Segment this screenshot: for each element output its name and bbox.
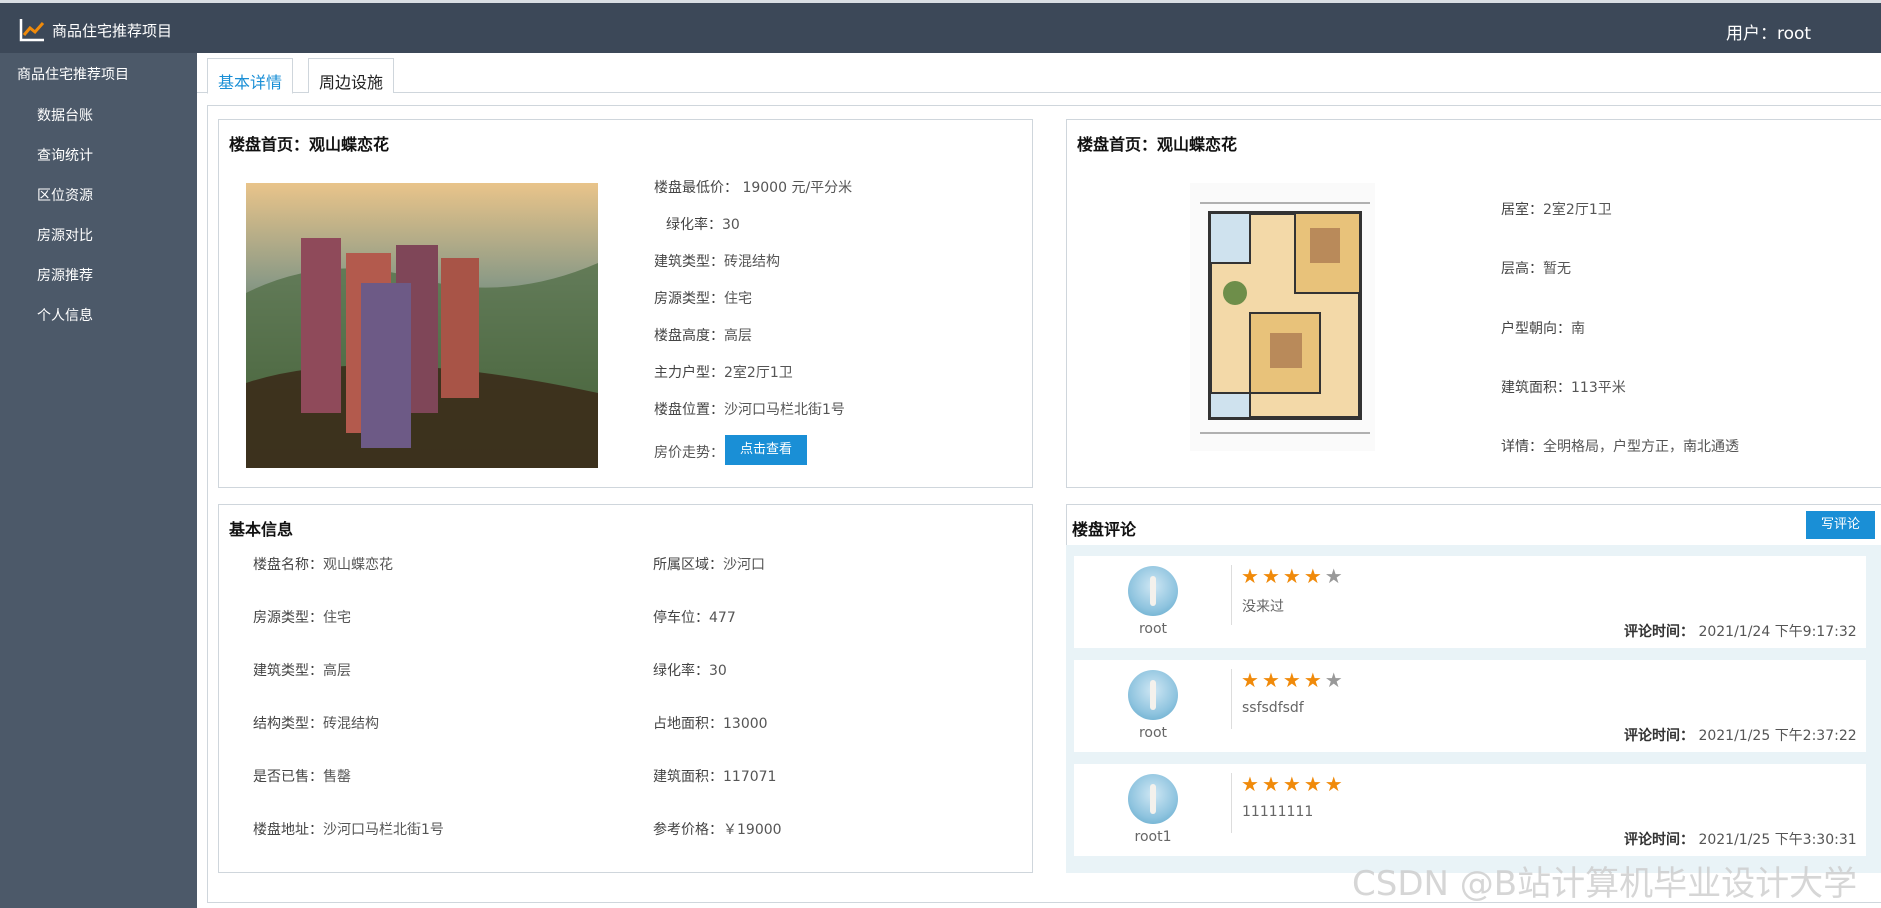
comment-text: ssfsdfsdf — [1242, 700, 1304, 716]
current-user[interactable]: 用户：root — [1726, 19, 1811, 44]
info-building-type: 建筑类型：高层 — [253, 663, 351, 679]
price-trend-label: 房价走势： — [654, 445, 724, 461]
info-building-area: 建筑面积：117071 — [653, 769, 777, 785]
comment-username: root — [1138, 725, 1168, 741]
floorplan-field-orientation: 户型朝向：南 — [1501, 321, 1585, 337]
star-empty-icon: ★ — [1324, 564, 1346, 588]
star-filled-icon: ★ — [1241, 772, 1262, 796]
info-greening: 绿化率：30 — [653, 663, 727, 679]
sidebar: 商品住宅推荐项目 数据台账 查询统计 区位资源 房源对比 房源推荐 个人信息 — [0, 53, 197, 908]
info-name: 楼盘名称：观山蝶恋花 — [253, 557, 393, 573]
overview-field-location: 楼盘位置：沙河口马栏北街1号 — [654, 402, 845, 418]
info-parking: 停车位：477 — [653, 610, 736, 626]
top-bar: 商品住宅推荐项目 用户：root — [0, 0, 1881, 53]
sidebar-item-profile[interactable]: 个人信息 — [37, 305, 93, 325]
overview-field-min-price: 楼盘最低价： 19000 元/平分米 — [654, 180, 853, 196]
floorplan-field-details: 详情：全明格局，户型方正，南北通透 — [1501, 439, 1739, 455]
info-district: 所属区域：沙河口 — [653, 557, 765, 573]
sidebar-item-data-ledger[interactable]: 数据台账 — [37, 105, 93, 125]
star-filled-icon: ★ — [1282, 668, 1304, 692]
star-filled-icon: ★ — [1282, 564, 1304, 588]
overview-field-main-layout: 主力户型：2室2厅1卫 — [654, 365, 793, 381]
tabs-underline — [197, 92, 1881, 93]
sidebar-item-listing-recommend[interactable]: 房源推荐 — [37, 265, 93, 285]
info-land-area: 占地面积：13000 — [653, 716, 768, 732]
write-comment-button[interactable]: 写评论 — [1806, 511, 1875, 539]
sidebar-item-query-stats[interactable]: 查询统计 — [37, 145, 93, 165]
info-reference-price: 参考价格：￥19000 — [653, 822, 782, 838]
tab-basic-details[interactable]: 基本详情 — [207, 58, 293, 94]
basic-info-title: 基本信息 — [229, 520, 294, 539]
info-address: 楼盘地址：沙河口马栏北街1号 — [253, 822, 444, 838]
overview-field-greening: 绿化率：30 — [666, 217, 740, 233]
floorplan-image — [1190, 183, 1375, 451]
comment-username: root — [1138, 621, 1168, 637]
overview-field-height: 楼盘高度：高层 — [654, 328, 752, 344]
comment-text: 11111111 — [1242, 804, 1314, 820]
sidebar-item-listing-compare[interactable]: 房源对比 — [37, 225, 93, 245]
comment-text: 没来过 — [1242, 599, 1284, 615]
comment-divider — [1231, 773, 1232, 833]
comment-time: 评论时间： 2021/1/25 下午3:30:31 — [1624, 832, 1857, 848]
rating-stars: ★★★★★ — [1241, 564, 1346, 588]
view-price-trend-button[interactable]: 点击查看 — [725, 435, 807, 465]
star-filled-icon: ★ — [1261, 564, 1283, 588]
watermark: CSDN @B站计算机毕业设计大学 — [1352, 864, 1858, 904]
star-filled-icon: ★ — [1282, 772, 1304, 796]
star-filled-icon: ★ — [1303, 668, 1325, 692]
star-filled-icon: ★ — [1241, 668, 1262, 692]
comment-divider — [1231, 565, 1232, 625]
floorplan-title: 楼盘首页：观山蝶恋花 — [1077, 135, 1238, 154]
sidebar-title[interactable]: 商品住宅推荐项目 — [17, 64, 129, 84]
star-empty-icon: ★ — [1324, 668, 1346, 692]
avatar — [1128, 774, 1178, 824]
info-structure-type: 结构类型：砖混结构 — [253, 716, 379, 732]
avatar — [1128, 566, 1178, 616]
comment-time: 评论时间： 2021/1/25 下午2:37:22 — [1624, 728, 1857, 744]
avatar — [1128, 670, 1178, 720]
building-photo — [246, 183, 598, 468]
star-filled-icon: ★ — [1303, 564, 1325, 588]
comment-username: root1 — [1134, 829, 1172, 845]
star-filled-icon: ★ — [1241, 564, 1262, 588]
app-title: 商品住宅推荐项目 — [52, 22, 173, 40]
rating-stars: ★★★★★ — [1241, 772, 1346, 796]
comment-divider — [1231, 669, 1232, 729]
floorplan-field-rooms: 居室：2室2厅1卫 — [1501, 202, 1612, 218]
star-filled-icon: ★ — [1261, 772, 1283, 796]
star-filled-icon: ★ — [1261, 668, 1283, 692]
floorplan-field-area: 建筑面积：113平米 — [1501, 380, 1626, 396]
star-filled-icon: ★ — [1303, 772, 1325, 796]
overview-title: 楼盘首页：观山蝶恋花 — [229, 135, 390, 154]
tab-nearby-facilities[interactable]: 周边设施 — [308, 58, 394, 93]
trend-chart-icon — [19, 19, 45, 42]
overview-field-building-type: 建筑类型：砖混结构 — [654, 254, 780, 270]
star-filled-icon: ★ — [1324, 772, 1346, 796]
floorplan-panel — [1066, 119, 1881, 488]
rating-stars: ★★★★★ — [1241, 668, 1346, 692]
sidebar-item-location-resources[interactable]: 区位资源 — [37, 185, 93, 205]
overview-field-listing-type: 房源类型：住宅 — [654, 291, 752, 307]
comments-title: 楼盘评论 — [1072, 520, 1137, 539]
comment-time: 评论时间： 2021/1/24 下午9:17:32 — [1624, 624, 1857, 640]
info-sold-status: 是否已售：售罄 — [253, 769, 351, 785]
floorplan-field-floor-height: 层高：暂无 — [1501, 261, 1571, 277]
info-listing-type: 房源类型：住宅 — [253, 610, 351, 626]
